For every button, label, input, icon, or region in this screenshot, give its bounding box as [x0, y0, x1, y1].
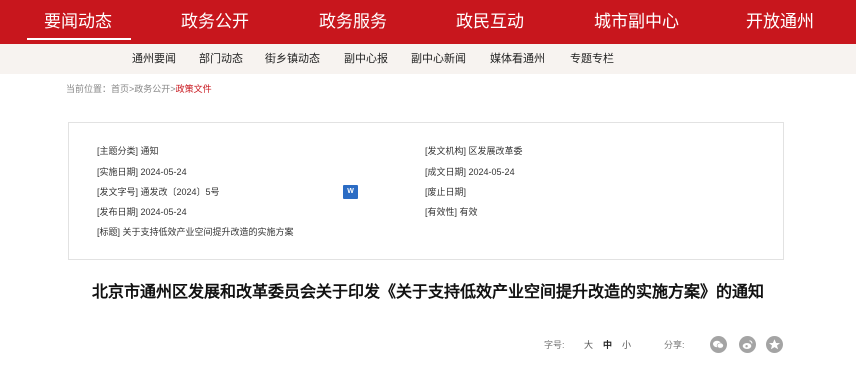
share-label: 分享: [664, 340, 685, 350]
font-size-medium-button[interactable]: 中 [603, 339, 612, 351]
meta-doc-number: [发文字号] 通发改〔2024〕5号 [97, 186, 220, 198]
sub-nav-item-sub-center-news[interactable]: 副中心新闻 [411, 52, 466, 66]
top-nav-item-news[interactable]: 要闻动态 [44, 11, 112, 33]
sub-nav-item-street-news[interactable]: 街乡镇动态 [265, 52, 320, 66]
breadcrumb-home-link[interactable]: 首页 [111, 84, 129, 94]
breadcrumb-gov-affairs-link[interactable]: 政务公开 [134, 84, 170, 94]
meta-subject: [标题] 关于支持低效产业空间提升改造的实施方案 [97, 226, 294, 238]
meta-implement-date: [实施日期] 2024-05-24 [97, 166, 187, 178]
meta-abolish-date: [废止日期] [425, 186, 466, 198]
meta-created-date-value: 2024-05-24 [468, 167, 515, 177]
sub-nav-item-dept-news[interactable]: 部门动态 [199, 52, 243, 66]
font-size-large-button[interactable]: 大 [584, 339, 593, 351]
top-nav-item-gov-services[interactable]: 政务服务 [319, 11, 387, 33]
top-nav: 要闻动态 政务公开 政务服务 政民互动 城市副中心 开放通州 [0, 0, 856, 44]
breadcrumb-prefix: 当前位置： [66, 84, 112, 94]
sub-nav-item-sub-center-paper[interactable]: 副中心报 [344, 52, 388, 66]
top-nav-item-open-tongzhou[interactable]: 开放通州 [746, 11, 814, 33]
meta-topic-value: 通知 [140, 146, 159, 156]
sub-nav: 通州要闻 部门动态 街乡镇动态 副中心报 副中心新闻 媒体看通州 专题专栏 [0, 44, 856, 74]
breadcrumb-current[interactable]: 政策文件 [176, 84, 212, 94]
sub-nav-item-media[interactable]: 媒体看通州 [490, 52, 545, 66]
meta-created-date: [成文日期] 2024-05-24 [425, 166, 515, 178]
meta-publish-date: [发布日期] 2024-05-24 [97, 206, 187, 218]
meta-issuer-key: [发文机构] [425, 146, 467, 156]
top-nav-item-gov-affairs[interactable]: 政务公开 [181, 11, 249, 33]
meta-abolish-date-key: [废止日期] [425, 187, 467, 197]
meta-created-date-key: [成文日期] [425, 167, 467, 177]
meta-publish-date-key: [发布日期] [97, 207, 139, 217]
sub-nav-item-special[interactable]: 专题专栏 [570, 52, 614, 66]
meta-subject-value: 关于支持低效产业空间提升改造的实施方案 [122, 227, 294, 237]
meta-subject-key: [标题] [97, 227, 121, 237]
font-size-small-button[interactable]: 小 [622, 339, 631, 351]
meta-publish-date-value: 2024-05-24 [140, 207, 187, 217]
meta-validity-value: 有效 [459, 207, 478, 217]
meta-issuer-value: 区发展改革委 [468, 146, 523, 156]
meta-validity: [有效性] 有效 [425, 206, 478, 218]
active-tab-underline [27, 38, 131, 40]
wechat-icon[interactable] [710, 336, 727, 353]
meta-validity-key: [有效性] [425, 207, 458, 217]
top-nav-item-interaction[interactable]: 政民互动 [456, 11, 524, 33]
meta-doc-number-value: 通发改〔2024〕5号 [140, 187, 220, 197]
font-size-label: 字号: [544, 340, 565, 350]
meta-topic-key: [主题分类] [97, 146, 139, 156]
meta-implement-date-key: [实施日期] [97, 167, 139, 177]
qq-zone-icon[interactable] [766, 336, 783, 353]
weibo-icon[interactable] [739, 336, 756, 353]
top-nav-item-sub-center[interactable]: 城市副中心 [594, 11, 679, 33]
meta-doc-number-key: [发文字号] [97, 187, 139, 197]
meta-topic: [主题分类] 通知 [97, 145, 159, 157]
word-doc-icon[interactable]: W [343, 185, 358, 199]
sub-nav-item-tongzhou-news[interactable]: 通州要闻 [132, 52, 176, 66]
breadcrumb: 当前位置：首页>政务公开>政策文件 [66, 83, 212, 95]
meta-issuer: [发文机构] 区发展改革委 [425, 145, 523, 157]
article-title: 北京市通州区发展和改革委员会关于印发《关于支持低效产业空间提升改造的实施方案》的… [91, 282, 764, 301]
meta-implement-date-value: 2024-05-24 [140, 167, 187, 177]
